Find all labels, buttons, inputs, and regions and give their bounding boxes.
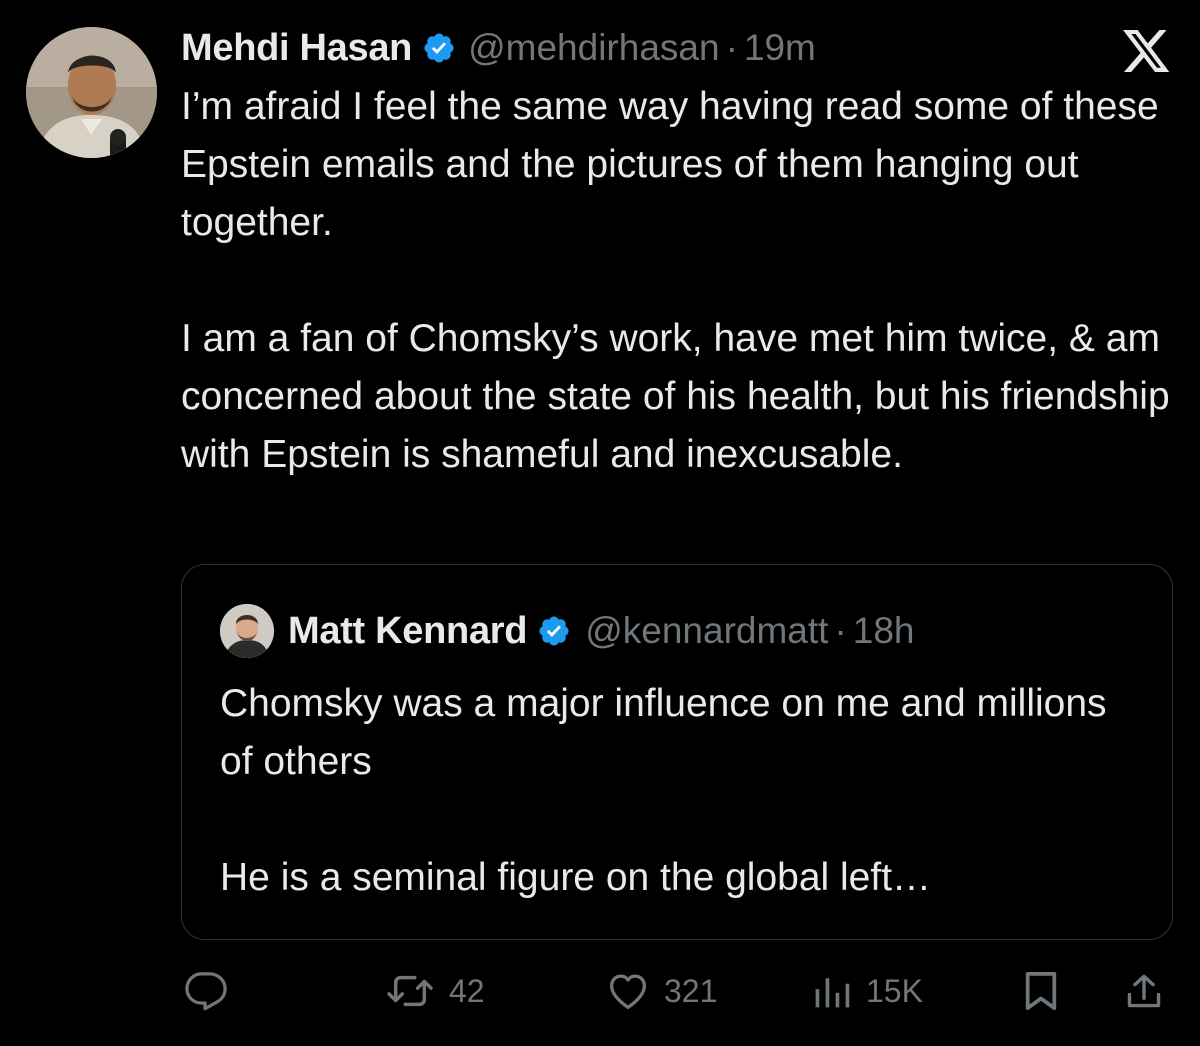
author-handle[interactable]: @mehdirhasan bbox=[468, 27, 719, 69]
author-avatar[interactable] bbox=[26, 27, 157, 158]
bookmark-icon bbox=[1022, 970, 1060, 1012]
heart-icon bbox=[606, 971, 650, 1011]
share-button[interactable] bbox=[1124, 960, 1164, 1022]
retweet-icon bbox=[385, 970, 435, 1012]
quoted-tweet[interactable]: Matt Kennard @kennardmatt · 18h Chomsky … bbox=[181, 564, 1173, 940]
quoted-author-avatar[interactable] bbox=[220, 604, 274, 658]
views-count: 15K bbox=[866, 972, 923, 1009]
reply-button[interactable] bbox=[183, 960, 243, 1022]
quoted-tweet-paragraph: He is a seminal figure on the global lef… bbox=[220, 856, 932, 899]
quoted-tweet-timestamp[interactable]: 18h bbox=[853, 610, 915, 652]
tweet-timestamp[interactable]: 19m bbox=[744, 27, 816, 69]
verified-badge-icon bbox=[537, 614, 571, 648]
quoted-author-display-name[interactable]: Matt Kennard bbox=[288, 610, 528, 653]
quoted-tweet-paragraph: Chomsky was a major influence on me and … bbox=[220, 682, 1107, 783]
quoted-tweet-text: Chomsky was a major influence on me and … bbox=[220, 675, 1140, 907]
tweet-actions-bar: 42 321 15K bbox=[0, 960, 1200, 1022]
views-icon bbox=[812, 971, 852, 1011]
verified-badge-icon bbox=[422, 31, 456, 65]
x-logo-icon bbox=[1122, 30, 1172, 74]
author-display-name[interactable]: Mehdi Hasan bbox=[181, 27, 412, 70]
bookmark-button[interactable] bbox=[1022, 960, 1060, 1022]
separator-dot: · bbox=[834, 610, 847, 651]
tweet-text: I’m afraid I feel the same way having re… bbox=[181, 78, 1181, 484]
share-icon bbox=[1124, 970, 1164, 1012]
separator-dot: · bbox=[725, 27, 738, 68]
tweet-paragraph: I’m afraid I feel the same way having re… bbox=[181, 85, 1159, 244]
like-count: 321 bbox=[664, 972, 718, 1009]
tweet-header: Mehdi Hasan @mehdirhasan · 19m bbox=[181, 24, 816, 72]
like-button[interactable]: 321 bbox=[606, 960, 717, 1022]
views-button[interactable]: 15K bbox=[812, 960, 923, 1022]
quoted-tweet-header: Matt Kennard @kennardmatt · 18h bbox=[220, 603, 915, 659]
reply-icon bbox=[183, 970, 229, 1012]
tweet-paragraph: I am a fan of Chomsky’s work, have met h… bbox=[181, 317, 1170, 476]
retweet-button[interactable]: 42 bbox=[385, 960, 485, 1022]
tweet: Mehdi Hasan @mehdirhasan · 19m I’m afrai… bbox=[0, 0, 1200, 1046]
quoted-author-handle[interactable]: @kennardmatt bbox=[585, 610, 828, 652]
retweet-count: 42 bbox=[449, 972, 485, 1009]
